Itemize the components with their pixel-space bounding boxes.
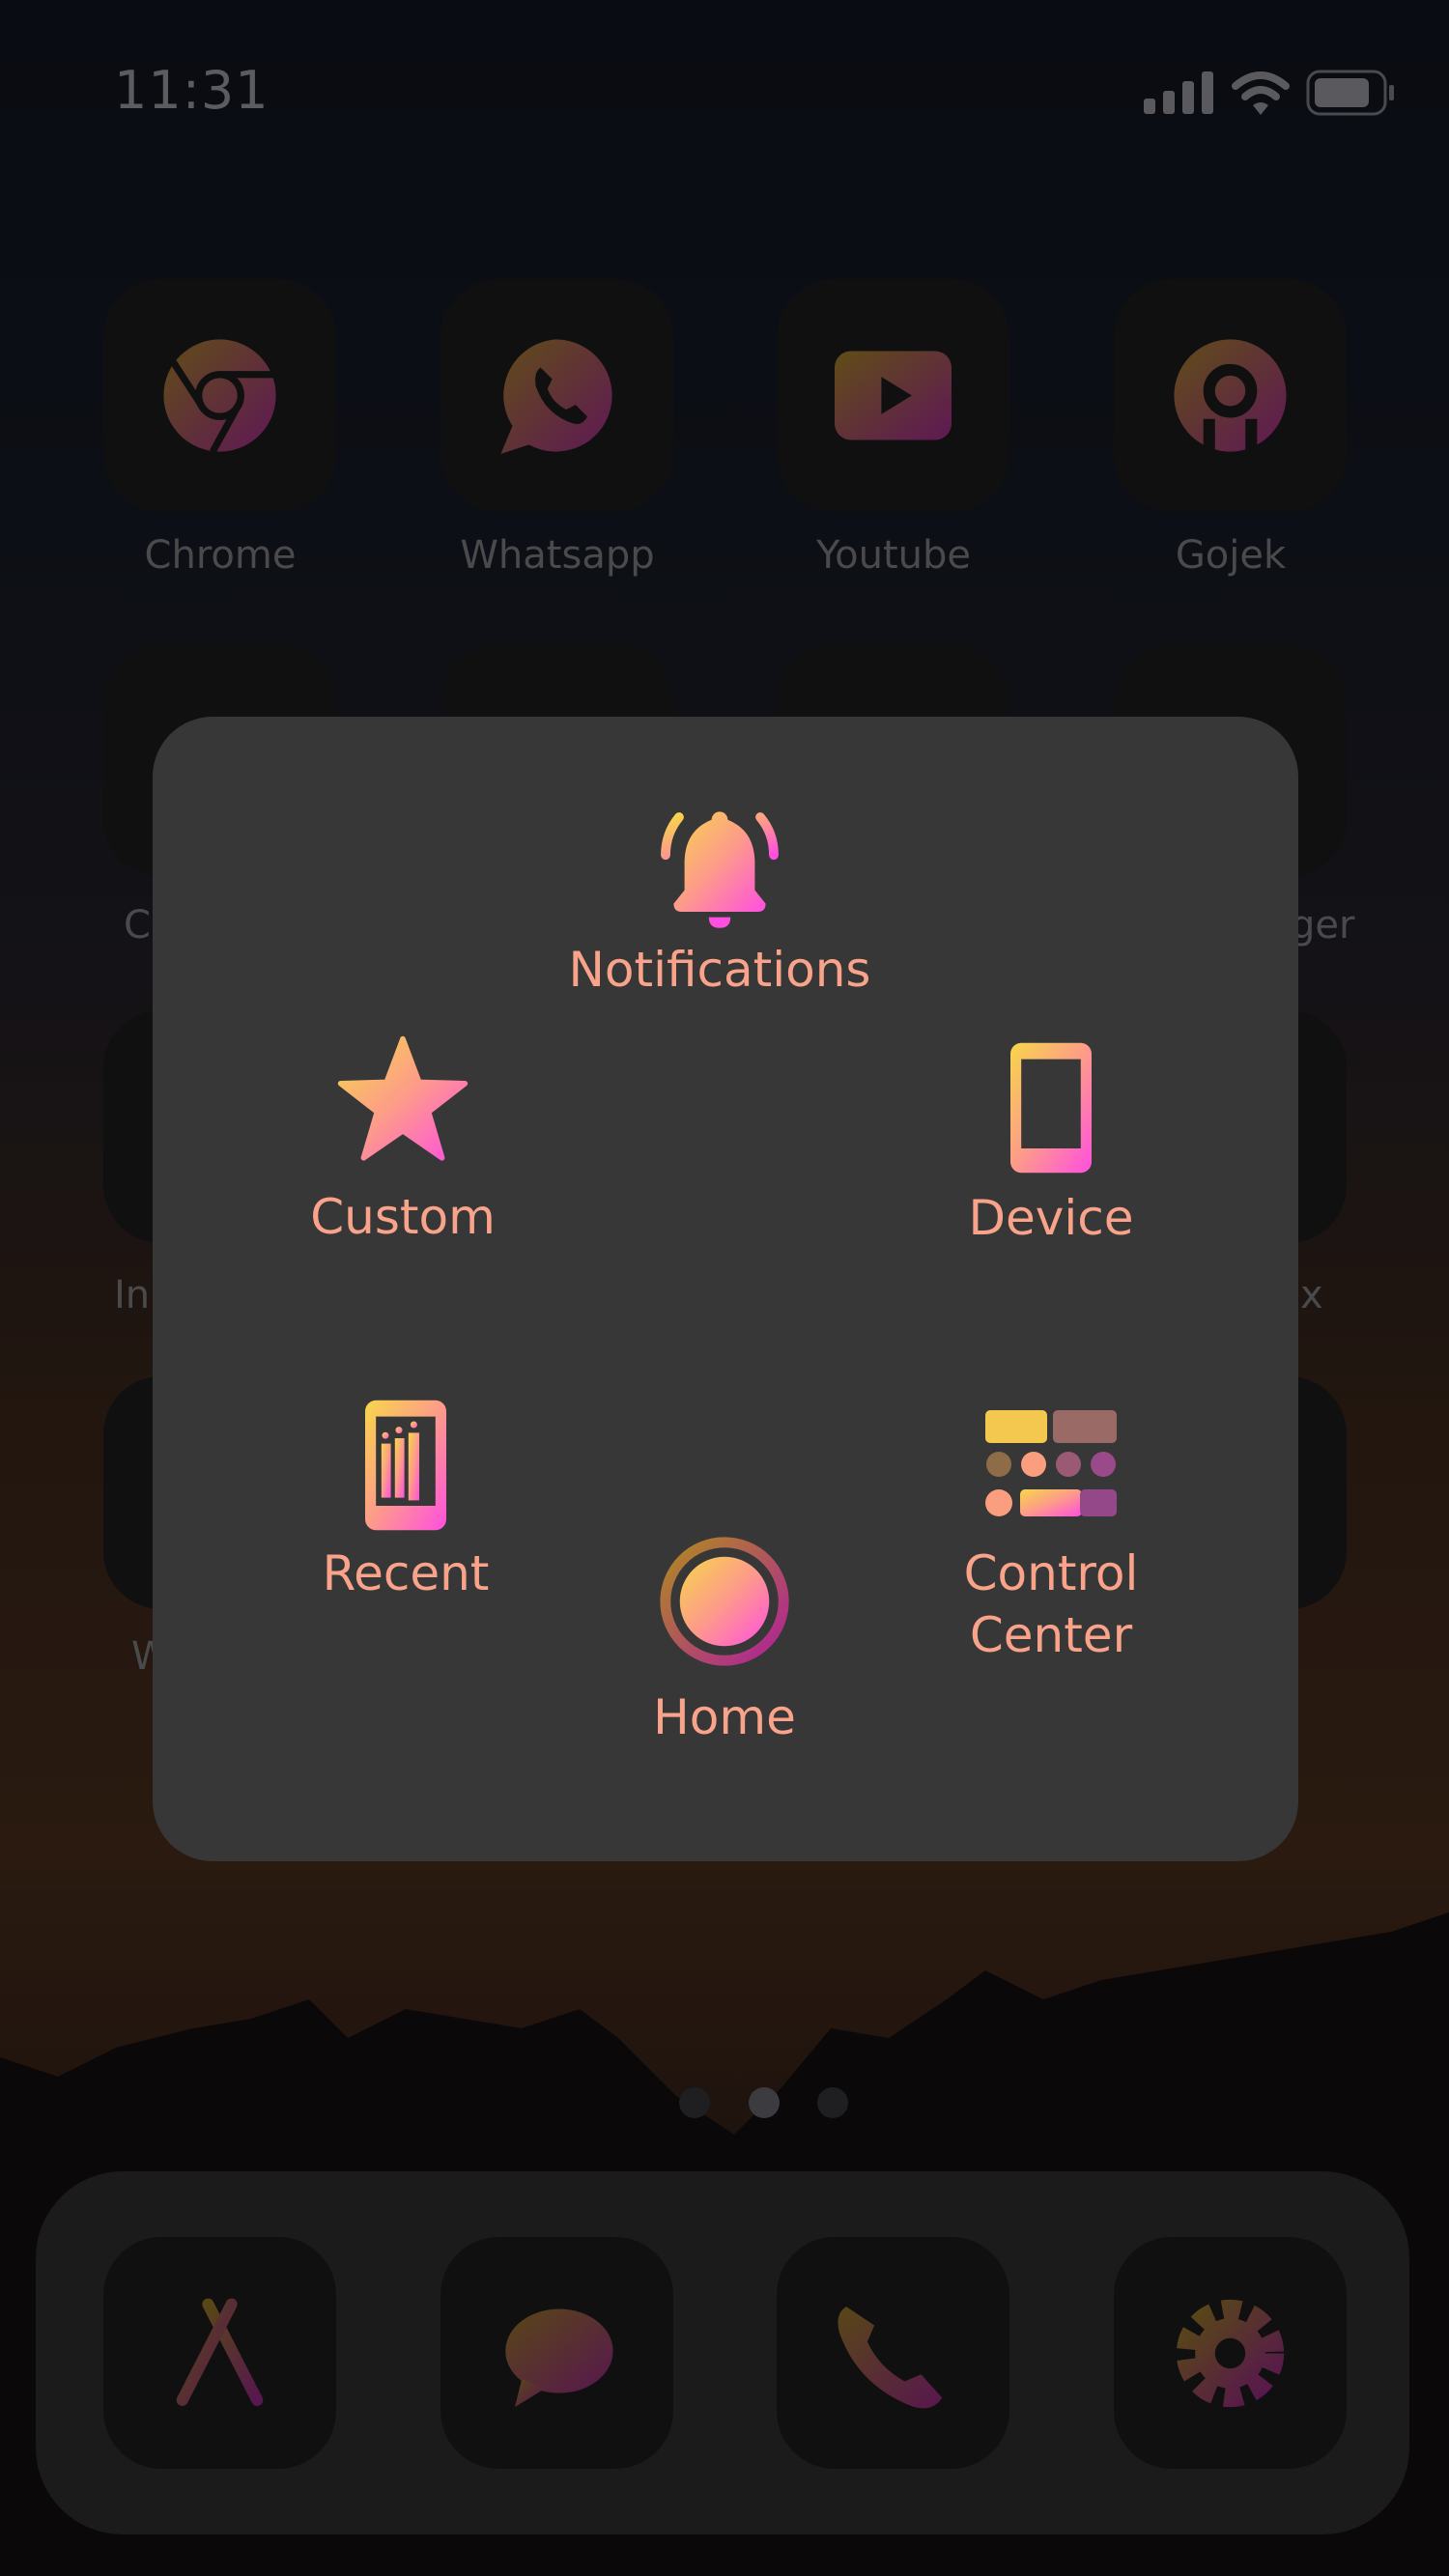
whatsapp-icon <box>500 339 612 454</box>
app-gojek[interactable] <box>1114 279 1347 512</box>
settings-gear-icon <box>1176 2299 1285 2408</box>
app-label: In <box>114 1273 151 1317</box>
battery-icon <box>1306 70 1394 116</box>
app-store-icon <box>162 2298 277 2406</box>
app-label: x <box>1300 1273 1323 1317</box>
wifi-icon <box>1232 71 1290 115</box>
dock-settings[interactable] <box>1114 2237 1347 2469</box>
app-chrome[interactable] <box>103 279 336 512</box>
menu-item-control-center[interactable]: Control Center <box>858 1407 1244 1666</box>
messages-icon <box>505 2308 613 2408</box>
dock-app-store[interactable] <box>103 2237 336 2469</box>
device-phone-icon <box>1010 1042 1092 1174</box>
menu-item-label: Notifications <box>568 942 871 998</box>
star-icon <box>337 1035 469 1161</box>
app-label: Whatsapp <box>460 533 655 578</box>
app-label: Gojek <box>1175 533 1287 578</box>
recent-apps-icon <box>365 1400 446 1531</box>
assistive-touch-menu: Notifications Custom Device Recent Home … <box>153 717 1298 1861</box>
status-icons <box>1144 70 1395 116</box>
phone-icon <box>838 2307 943 2409</box>
menu-item-custom[interactable]: Custom <box>210 1033 596 1248</box>
page-dot[interactable] <box>817 2087 848 2118</box>
home-button-icon <box>660 1537 789 1666</box>
menu-item-device[interactable]: Device <box>858 1040 1244 1249</box>
status-time: 11:31 <box>114 60 270 121</box>
gojek-icon <box>1174 339 1287 454</box>
chrome-icon <box>163 339 276 454</box>
youtube-icon <box>835 351 952 440</box>
menu-item-label: Home <box>653 1689 796 1745</box>
app-whatsapp[interactable] <box>440 279 673 512</box>
bell-icon <box>661 811 779 928</box>
cellular-signal-icon <box>1144 71 1213 114</box>
menu-item-notifications[interactable]: Notifications <box>526 804 913 1001</box>
app-label: Youtube <box>816 533 971 578</box>
app-youtube[interactable] <box>777 279 1009 512</box>
menu-item-label-line1: Control <box>963 1545 1139 1601</box>
app-label: ger <box>1291 903 1355 948</box>
page-dot[interactable] <box>679 2087 710 2118</box>
dock-messages[interactable] <box>440 2237 673 2469</box>
dock-phone[interactable] <box>777 2237 1009 2469</box>
control-center-icon <box>985 1410 1117 1516</box>
page-dot-active[interactable] <box>749 2087 780 2118</box>
app-label: C <box>124 903 151 948</box>
menu-item-label: Custom <box>310 1189 496 1245</box>
menu-item-label: Device <box>968 1190 1134 1246</box>
app-label: Chrome <box>144 533 297 578</box>
menu-item-label-line2: Center <box>969 1607 1133 1663</box>
